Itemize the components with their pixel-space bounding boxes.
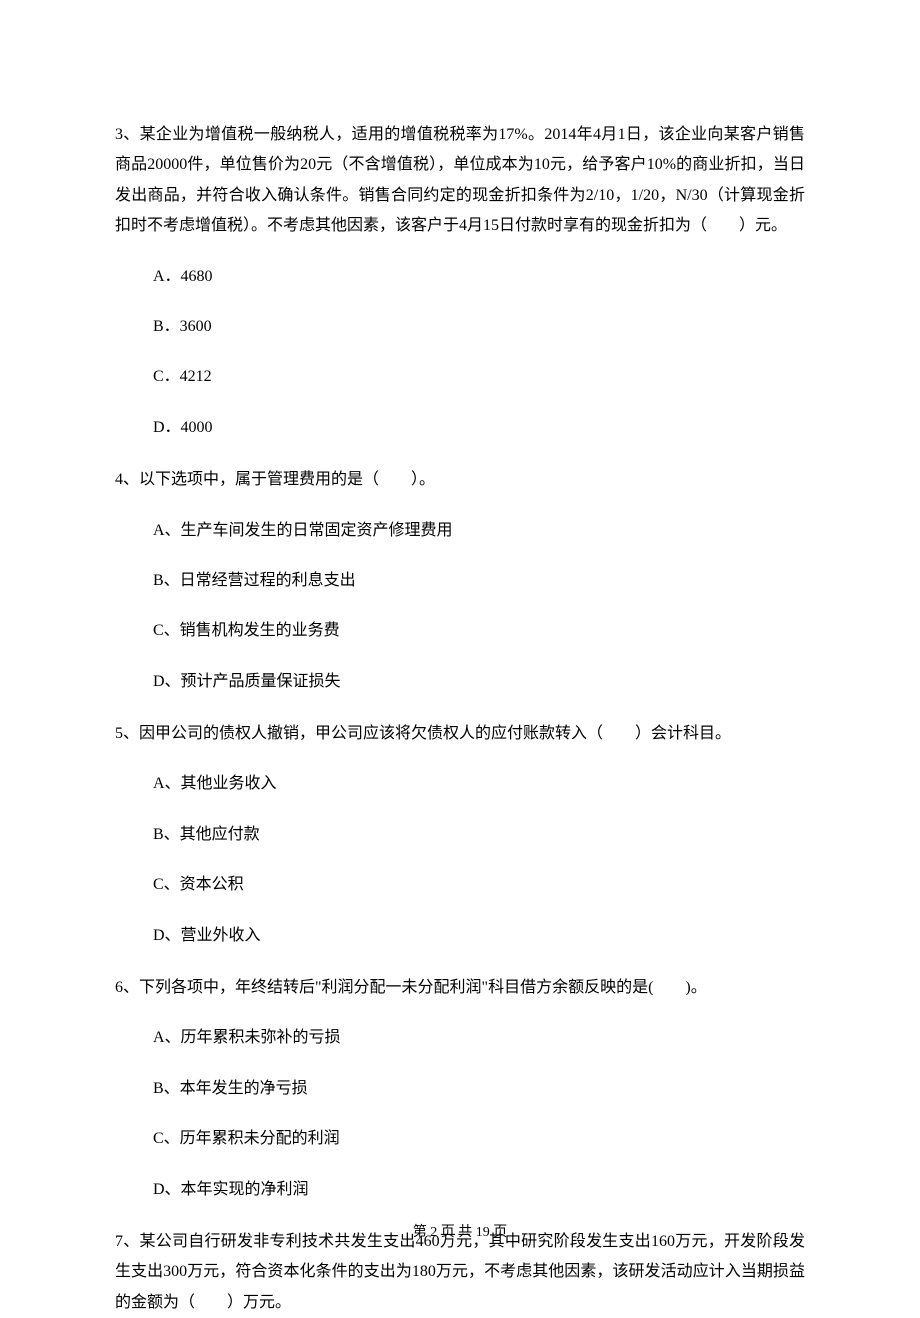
- question-5-option-b: B、其他应付款: [115, 820, 805, 850]
- question-4-option-d: D、预计产品质量保证损失: [115, 667, 805, 697]
- question-6: 6、下列各项中，年终结转后"利润分配一未分配利润"科目借方余额反映的是( )。 …: [115, 973, 805, 1205]
- question-6-body: 下列各项中，年终结转后"利润分配一未分配利润"科目借方余额反映的是( )。: [139, 979, 707, 996]
- question-3-option-c: C．4212: [115, 362, 805, 392]
- question-4: 4、以下选项中，属于管理费用的是（ ）。 A、生产车间发生的日常固定资产修理费用…: [115, 465, 805, 697]
- question-5-number: 5、: [115, 725, 139, 742]
- question-4-text: 4、以下选项中，属于管理费用的是（ ）。: [115, 465, 805, 495]
- question-6-option-b: B、本年发生的净亏损: [115, 1074, 805, 1104]
- question-3-option-b: B．3600: [115, 312, 805, 342]
- question-5-option-c: C、资本公积: [115, 870, 805, 900]
- question-3-body: 某企业为增值税一般纳税人，适用的增值税税率为17%。2014年4月1日，该企业向…: [115, 126, 805, 234]
- question-4-option-c: C、销售机构发生的业务费: [115, 616, 805, 646]
- question-3: 3、某企业为增值税一般纳税人，适用的增值税税率为17%。2014年4月1日，该企…: [115, 120, 805, 443]
- question-5: 5、因甲公司的债权人撤销，甲公司应该将欠债权人的应付账款转入（ ）会计科目。 A…: [115, 719, 805, 951]
- question-6-option-a: A、历年累积未弥补的亏损: [115, 1023, 805, 1053]
- question-3-option-a: A．4680: [115, 262, 805, 292]
- question-3-text: 3、某企业为增值税一般纳税人，适用的增值税税率为17%。2014年4月1日，该企…: [115, 120, 805, 242]
- question-4-option-b: B、日常经营过程的利息支出: [115, 566, 805, 596]
- question-6-option-c: C、历年累积未分配的利润: [115, 1124, 805, 1154]
- question-4-body: 以下选项中，属于管理费用的是（ ）。: [139, 471, 435, 488]
- question-5-option-d: D、营业外收入: [115, 921, 805, 951]
- question-3-option-d: D．4000: [115, 413, 805, 443]
- page-footer: 第 2 页 共 19 页: [0, 1220, 920, 1247]
- question-5-body: 因甲公司的债权人撤销，甲公司应该将欠债权人的应付账款转入（ ）会计科目。: [139, 725, 731, 742]
- question-5-text: 5、因甲公司的债权人撤销，甲公司应该将欠债权人的应付账款转入（ ）会计科目。: [115, 719, 805, 749]
- question-5-option-a: A、其他业务收入: [115, 769, 805, 799]
- question-6-option-d: D、本年实现的净利润: [115, 1175, 805, 1205]
- question-4-number: 4、: [115, 471, 139, 488]
- question-6-number: 6、: [115, 979, 139, 996]
- question-3-number: 3、: [115, 126, 140, 143]
- question-4-option-a: A、生产车间发生的日常固定资产修理费用: [115, 516, 805, 546]
- question-6-text: 6、下列各项中，年终结转后"利润分配一未分配利润"科目借方余额反映的是( )。: [115, 973, 805, 1003]
